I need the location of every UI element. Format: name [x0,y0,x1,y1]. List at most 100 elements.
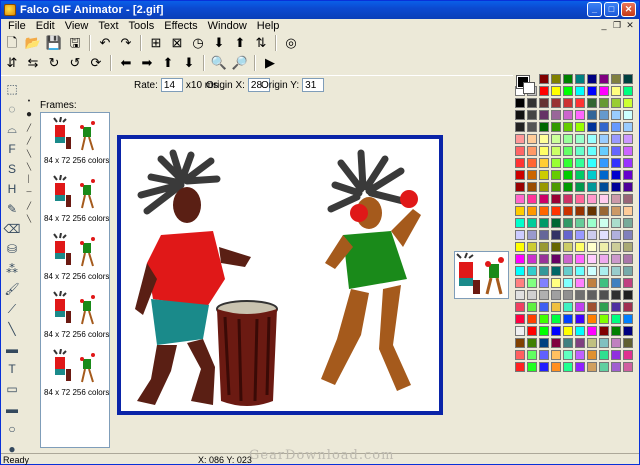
origin-y-input[interactable] [302,78,325,92]
rect-select-tool[interactable]: ⬚ [3,79,21,99]
color-swatch[interactable] [563,350,573,360]
color-swatch[interactable] [599,110,609,120]
color-swatch[interactable] [599,98,609,108]
rate-input[interactable] [160,78,183,92]
color-swatch[interactable] [563,122,573,132]
color-swatch[interactable] [611,278,621,288]
color-swatch[interactable] [527,362,537,372]
color-swatch[interactable] [575,98,585,108]
color-swatch[interactable] [515,290,525,300]
color-swatch[interactable] [563,182,573,192]
color-swatch[interactable] [611,170,621,180]
color-swatch[interactable] [599,254,609,264]
color-swatch[interactable] [527,254,537,264]
color-swatch[interactable] [587,290,597,300]
color-swatch[interactable] [575,290,585,300]
color-swatch[interactable] [623,98,633,108]
color-swatch[interactable] [527,350,537,360]
brush-slash-1[interactable]: ╱ [23,121,35,134]
color-swatch[interactable] [539,326,549,336]
color-swatch[interactable] [587,122,597,132]
color-swatch[interactable] [551,134,561,144]
color-swatch[interactable] [515,326,525,336]
color-swatch[interactable] [515,362,525,372]
color-swatch[interactable] [563,338,573,348]
save-button[interactable]: 💾 [45,34,63,52]
color-swatch[interactable] [587,326,597,336]
color-swatch[interactable] [527,326,537,336]
color-swatch[interactable] [575,242,585,252]
color-swatch[interactable] [563,206,573,216]
color-swatch[interactable] [527,266,537,276]
lasso-tool[interactable]: ⌓ [3,119,21,139]
color-swatch[interactable] [587,302,597,312]
color-swatch[interactable] [563,230,573,240]
move-up-button[interactable]: ⬆ [231,34,249,52]
color-swatch[interactable] [515,170,525,180]
preview-button[interactable]: ◎ [282,34,300,52]
gradient-tool[interactable]: ▬ [3,339,21,359]
child-minimize-button[interactable]: _ [599,20,609,31]
color-swatch[interactable] [551,170,561,180]
color-swatch[interactable] [563,158,573,168]
color-swatch[interactable] [539,266,549,276]
color-swatch[interactable] [539,302,549,312]
background-color[interactable] [523,82,535,94]
color-swatch[interactable] [611,242,621,252]
color-swatch[interactable] [551,146,561,156]
move-left-button[interactable]: ⬅ [117,54,135,72]
color-swatch[interactable] [587,230,597,240]
color-swatch[interactable] [563,302,573,312]
color-swatch[interactable] [599,86,609,96]
color-swatch[interactable] [599,278,609,288]
color-swatch[interactable] [587,278,597,288]
color-swatch[interactable] [575,362,585,372]
color-swatch[interactable] [599,242,609,252]
fg-bg-color-selector[interactable] [516,75,535,94]
color-swatch[interactable] [599,350,609,360]
frame-item[interactable]: 84 x 72 256 colors [41,113,109,171]
color-swatch[interactable] [563,326,573,336]
color-swatch[interactable] [611,134,621,144]
color-swatch[interactable] [599,158,609,168]
ellipse-select-tool[interactable]: ◌ [3,99,21,119]
brush-slash-4[interactable]: ╲ [23,160,35,173]
color-swatch[interactable] [551,362,561,372]
color-swatch[interactable] [563,146,573,156]
color-swatch[interactable] [587,194,597,204]
swap-button[interactable]: ⇅ [252,34,270,52]
color-swatch[interactable] [611,194,621,204]
flip-vertical-button[interactable]: ⇵ [3,54,21,72]
color-swatch[interactable] [527,122,537,132]
frame-item[interactable]: 84 x 72 256 colors [41,171,109,229]
swatch-grid[interactable] [515,74,633,372]
color-swatch[interactable] [515,206,525,216]
color-swatch[interactable] [539,86,549,96]
close-button[interactable]: ✕ [621,2,636,17]
color-swatch[interactable] [623,182,633,192]
menu-tools[interactable]: Tools [124,19,160,33]
menu-effects[interactable]: Effects [159,19,202,33]
menu-edit[interactable]: Edit [31,19,60,33]
menu-file[interactable]: File [3,19,31,33]
editing-canvas[interactable] [117,135,443,415]
eraser-tool[interactable]: ⌫ [3,219,21,239]
color-swatch[interactable] [527,158,537,168]
color-swatch[interactable] [551,314,561,324]
color-swatch[interactable] [539,74,549,84]
color-swatch[interactable] [539,134,549,144]
color-swatch[interactable] [527,134,537,144]
color-swatch[interactable] [527,170,537,180]
color-swatch[interactable] [527,194,537,204]
play-button[interactable]: ▶ [261,54,279,72]
color-swatch[interactable] [575,74,585,84]
color-swatch[interactable] [611,74,621,84]
brush-bar-2[interactable]: ─ [23,186,35,199]
color-swatch[interactable] [611,326,621,336]
zoom-in-button[interactable]: 🔍 [210,54,228,72]
color-swatch[interactable] [515,278,525,288]
color-swatch[interactable] [539,254,549,264]
color-swatch[interactable] [599,290,609,300]
filled-rectangle-tool[interactable]: ▬ [3,399,21,419]
color-swatch[interactable] [623,242,633,252]
